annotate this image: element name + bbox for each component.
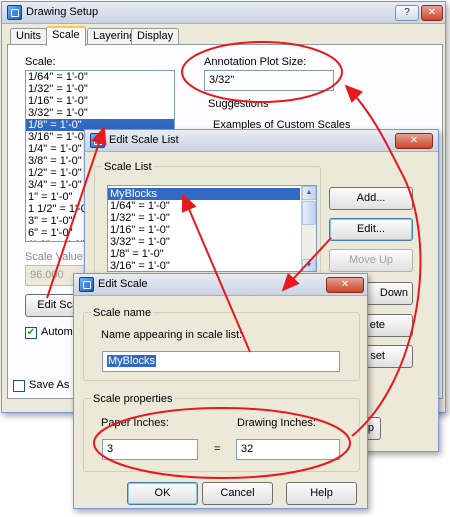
edit-scale-list-item[interactable]: 3/32" = 1'-0"	[108, 236, 300, 248]
drawing-inches-label: Drawing Inches:	[237, 417, 316, 429]
edit-scale-list[interactable]: MyBlocks 1/64" = 1'-0" 1/32" = 1'-0" 1/16" …	[107, 185, 317, 272]
paper-inches-input[interactable]: 3	[102, 439, 198, 460]
app-icon	[7, 5, 22, 20]
help-title-button[interactable]: ?	[395, 5, 419, 21]
edit-button[interactable]: Edit...	[329, 218, 413, 241]
scale-properties-group	[83, 398, 360, 472]
edit-scale-list-titlebar[interactable]: Edit Scale List ✕	[85, 130, 438, 152]
scale-properties-group-label: Scale properties	[91, 393, 175, 405]
drawing-setup-title: Drawing Setup	[26, 6, 99, 18]
save-as-default-checkbox[interactable]	[13, 380, 25, 392]
name-label: Name appearing in scale list:	[101, 329, 243, 341]
scale-name-group-label: Scale name	[91, 307, 154, 319]
close-icon[interactable]: ✕	[326, 277, 364, 293]
help-button[interactable]: Help	[286, 482, 357, 505]
edit-scale-list-item[interactable]: 1/8" = 1'-0"	[108, 248, 300, 260]
ok-button[interactable]: OK	[127, 482, 198, 505]
scroll-down-icon[interactable]: ▼	[302, 259, 316, 271]
reset-label: set	[370, 350, 385, 362]
equals-sign: =	[214, 443, 221, 455]
drawing-inches-input[interactable]: 32	[236, 439, 340, 460]
automatic-checkbox[interactable]: ✔	[25, 327, 37, 339]
add-button[interactable]: Add...	[329, 187, 413, 210]
annotation-plot-size-field[interactable]: 3/32"	[204, 70, 334, 91]
scroll-thumb[interactable]	[302, 201, 316, 225]
scroll-up-icon[interactable]: ▲	[302, 186, 316, 200]
edit-scale-list-item[interactable]: MyBlocks	[108, 188, 300, 200]
drawing-setup-titlebar[interactable]: Drawing Setup ? ✕	[2, 2, 445, 24]
scale-list-item[interactable]: 1/16" = 1'-0"	[26, 95, 174, 107]
scale-name-value: MyBlocks	[107, 355, 157, 367]
close-icon[interactable]: ✕	[421, 5, 443, 21]
edit-scale-title: Edit Scale	[98, 278, 148, 290]
edit-scale-window: Edit Scale ✕ Scale name Name appearing i…	[73, 273, 368, 509]
scale-list-item[interactable]: 1/32" = 1'-0"	[26, 83, 174, 95]
cancel-button[interactable]: Cancel	[202, 482, 273, 505]
tab-scale[interactable]: Scale	[46, 26, 86, 46]
paper-inches-label: Paper Inches:	[101, 417, 169, 429]
move-down-label: Down	[379, 287, 408, 299]
edit-scale-list-item[interactable]: 1/64" = 1'-0"	[108, 200, 300, 212]
close-icon[interactable]: ✕	[395, 133, 433, 149]
scale-list-item[interactable]: 1/64" = 1'-0"	[26, 71, 174, 83]
app-icon	[90, 133, 105, 148]
annotation-plot-size-label: Annotation Plot Size:	[204, 56, 307, 68]
edit-scale-list-title: Edit Scale List	[109, 134, 179, 146]
move-up-button: Move Up	[329, 249, 413, 272]
scale-label: Scale:	[25, 56, 56, 68]
edit-scale-list-item[interactable]: 1/16" = 1'-0"	[108, 224, 300, 236]
scale-value-label: Scale Value:	[25, 251, 86, 263]
delete-label: ete	[369, 319, 385, 331]
scale-list-group-label: Scale List	[102, 161, 154, 173]
tab-units[interactable]: Units	[10, 28, 48, 45]
app-icon	[79, 277, 94, 292]
scale-list-item[interactable]: 3/32" = 1'-0"	[26, 107, 174, 119]
edit-scale-list-item[interactable]: 3/16" = 1'-0"	[108, 260, 300, 271]
suggestions-label: Suggestions	[208, 98, 269, 110]
tab-display[interactable]: Display	[131, 28, 180, 45]
edit-scale-titlebar[interactable]: Edit Scale ✕	[74, 274, 367, 296]
edit-scale-list-item[interactable]: 1/32" = 1'-0"	[108, 212, 300, 224]
scale-name-input[interactable]: MyBlocks	[102, 351, 340, 372]
list-scrollbar[interactable]: ▲ ▼	[301, 186, 316, 271]
